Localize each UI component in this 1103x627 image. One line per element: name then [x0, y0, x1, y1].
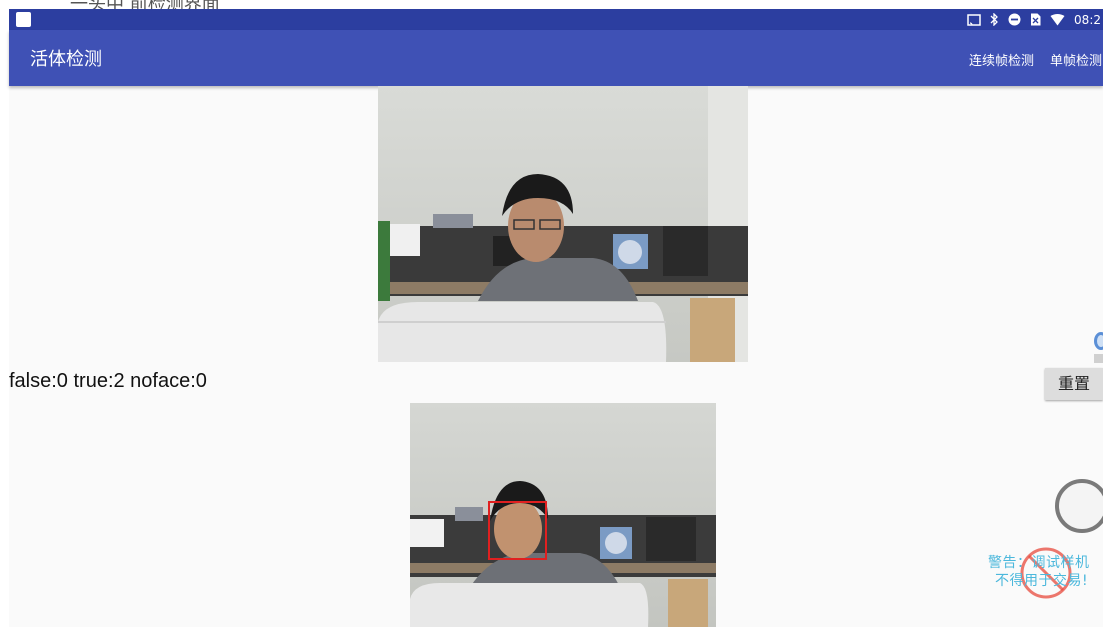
floating-capture-button[interactable] [1055, 479, 1103, 533]
wifi-icon [1050, 13, 1065, 25]
bluetooth-icon [990, 13, 998, 26]
status-time: 08:2 [1074, 12, 1101, 27]
watermark-line-2: 不得用于交易! [995, 573, 1089, 589]
watermark-line-1: 警告：调试样机 [988, 555, 1090, 571]
face-detection-box [488, 501, 547, 560]
detection-stats: false:0 true:2 noface:0 [9, 370, 207, 392]
captured-frame [410, 403, 716, 627]
page-margin [0, 0, 9, 627]
settings-toggle-icon[interactable] [1094, 332, 1103, 350]
app-title: 活体检测 [30, 49, 102, 70]
app-screen: 一头中 前检测界面 08:2 活体检测 连续帧检测 单帧检测 [0, 0, 1103, 627]
status-bar: 08:2 [9, 9, 1103, 30]
reset-button[interactable]: 重置 [1045, 368, 1103, 400]
document-caption-strip: 一头中 前检测界面 [0, 0, 1103, 9]
debug-watermark: 警告：调试样机 不得用于交易! [980, 547, 1103, 599]
camera-preview-live [378, 86, 748, 362]
document-caption: 一头中 前检测界面 [70, 0, 220, 9]
sim-card-icon [1031, 13, 1041, 26]
status-icons: 08:2 [967, 11, 1101, 28]
cast-icon [967, 13, 981, 26]
menu-single-frame-detection[interactable]: 单帧检测 [1050, 50, 1102, 69]
menu-continuous-detection[interactable]: 连续帧检测 [969, 50, 1034, 69]
side-panel-handle[interactable] [1094, 354, 1103, 363]
notification-icon [16, 12, 31, 27]
app-bar: 活体检测 连续帧检测 单帧检测 [9, 30, 1103, 86]
do-not-disturb-icon [1008, 13, 1021, 26]
